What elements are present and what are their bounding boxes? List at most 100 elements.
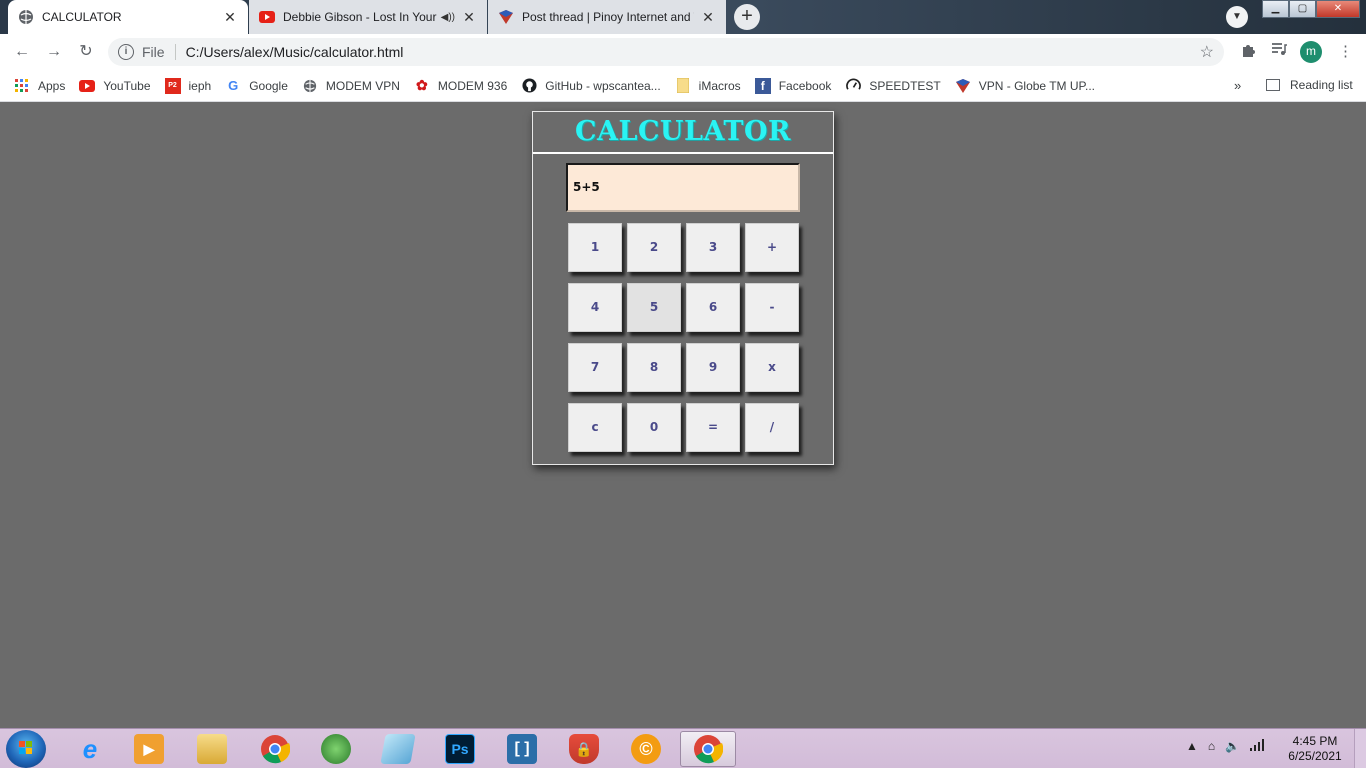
tab-youtube[interactable]: Debbie Gibson - Lost In Your Eyes ◀)) ✕ xyxy=(249,0,487,34)
green-app-icon xyxy=(321,734,351,764)
bookmarks-overflow-button[interactable]: » xyxy=(1234,78,1241,93)
google-icon: G xyxy=(228,78,239,93)
window-controls: ▁ ▢ ✕ xyxy=(1262,0,1360,18)
scheme-label: File xyxy=(142,44,165,60)
c-app-icon: © xyxy=(631,734,661,764)
info-icon[interactable]: i xyxy=(118,44,134,60)
bookmarks-bar: Apps YouTube P2 ieph G Google MODEM VPN … xyxy=(0,70,1366,102)
key-4[interactable]: 4 xyxy=(568,283,622,332)
taskbar-green-app[interactable] xyxy=(308,731,364,767)
media-player-icon: ▶ xyxy=(134,734,164,764)
tab-title: CALCULATOR xyxy=(42,10,122,24)
back-arrow-icon[interactable]: ← xyxy=(10,40,34,64)
key-multiply[interactable]: x xyxy=(745,343,799,392)
bookmark-youtube[interactable]: YouTube xyxy=(79,78,151,94)
close-tab-icon[interactable]: ✕ xyxy=(700,9,716,26)
key-divide[interactable]: / xyxy=(745,403,799,452)
signal-bars-icon[interactable] xyxy=(1250,739,1266,754)
reading-list-label: Reading list xyxy=(1290,78,1353,92)
bookmark-star-icon[interactable]: ☆ xyxy=(1200,42,1214,62)
extensions-puzzle-icon[interactable] xyxy=(1240,42,1256,62)
internet-explorer-icon: e xyxy=(82,733,98,764)
start-button[interactable] xyxy=(6,730,46,768)
bookmark-label: Google xyxy=(249,78,288,93)
bookmark-apps[interactable]: Apps xyxy=(14,78,65,94)
taskbar-file-explorer[interactable] xyxy=(184,731,240,767)
network-plug-icon[interactable]: ⌂ xyxy=(1208,739,1215,754)
tab-calculator[interactable]: CALCULATOR ✕ xyxy=(8,0,248,34)
profile-avatar[interactable]: m xyxy=(1300,41,1322,63)
tray-expand-icon[interactable]: ▲ xyxy=(1186,739,1198,754)
divider xyxy=(174,44,176,60)
close-window-button[interactable]: ✕ xyxy=(1316,0,1360,18)
windows-logo-icon xyxy=(19,741,32,754)
taskbar-notepad-app[interactable] xyxy=(370,731,426,767)
minimize-button[interactable]: ▁ xyxy=(1262,0,1289,18)
bookmark-vpn-globe[interactable]: VPN - Globe TM UP... xyxy=(955,78,1095,94)
bookmark-modem-vpn[interactable]: MODEM VPN xyxy=(302,78,400,94)
key-7[interactable]: 7 xyxy=(568,343,622,392)
bookmark-facebook[interactable]: f Facebook xyxy=(754,77,832,94)
key-0[interactable]: 0 xyxy=(627,403,681,452)
taskbar-chrome-active[interactable] xyxy=(680,731,736,767)
key-8[interactable]: 8 xyxy=(627,343,681,392)
system-tray: ▲ ⌂ 🔈 xyxy=(1186,739,1266,754)
taskbar-security[interactable]: 🔒 xyxy=(556,731,612,767)
pinoy-forum-icon xyxy=(498,9,514,25)
ieph-icon: P2 xyxy=(164,77,181,94)
calculator-display[interactable]: 5+5 xyxy=(566,163,800,212)
huawei-icon: ✿ xyxy=(416,77,428,93)
tab-title: Debbie Gibson - Lost In Your Eyes xyxy=(283,10,437,24)
clock-time: 4:45 PM xyxy=(1292,734,1338,748)
calculator-header: CALCULATOR xyxy=(533,112,833,154)
bookmark-google[interactable]: G Google xyxy=(225,78,288,94)
tab-pinoy-forum[interactable]: Post thread | Pinoy Internet and Technol… xyxy=(488,0,726,34)
show-desktop-button[interactable] xyxy=(1354,729,1366,768)
clock-date: 6/25/2021 xyxy=(1288,749,1342,763)
taskbar-internet-explorer[interactable]: e xyxy=(62,731,118,767)
forward-arrow-icon[interactable]: → xyxy=(42,40,66,64)
bookmark-imacros[interactable]: iMacros xyxy=(675,78,741,94)
bookmark-label: iMacros xyxy=(698,78,741,93)
key-6[interactable]: 6 xyxy=(686,283,740,332)
key-equals[interactable]: = xyxy=(686,403,740,452)
github-icon xyxy=(521,78,537,94)
bookmark-label: Facebook xyxy=(778,78,832,93)
taskbar-chrome[interactable] xyxy=(247,731,303,767)
photoshop-icon: Ps xyxy=(445,734,475,764)
tab-search-icon[interactable]: ▼ xyxy=(1226,6,1248,28)
close-tab-icon[interactable]: ✕ xyxy=(222,9,238,26)
menu-kebab-icon[interactable]: ⋮ xyxy=(1338,42,1353,60)
bookmark-label: GitHub - wpscantea... xyxy=(545,78,661,93)
address-bar[interactable]: i File C:/Users/alex/Music/calculator.ht… xyxy=(108,38,1224,66)
key-3[interactable]: 3 xyxy=(686,223,740,272)
tab-title: Post thread | Pinoy Internet and Technol… xyxy=(522,10,694,24)
key-5[interactable]: 5 xyxy=(627,283,681,332)
bookmark-modem-936[interactable]: ✿ MODEM 936 xyxy=(414,77,507,94)
system-clock[interactable]: 4:45 PM 6/25/2021 xyxy=(1282,734,1348,764)
key-9[interactable]: 9 xyxy=(686,343,740,392)
maximize-button[interactable]: ▢ xyxy=(1289,0,1316,18)
bookmark-speedtest[interactable]: SPEEDTEST xyxy=(845,78,941,94)
taskbar-brackets[interactable]: [ ] xyxy=(494,731,550,767)
bookmark-ieph[interactable]: P2 ieph xyxy=(164,77,212,94)
key-clear[interactable]: c xyxy=(568,403,622,452)
bookmark-label: ieph xyxy=(188,78,212,93)
key-1[interactable]: 1 xyxy=(568,223,622,272)
close-tab-icon[interactable]: ✕ xyxy=(461,9,477,26)
media-queue-icon[interactable] xyxy=(1271,42,1287,60)
reading-list-button[interactable]: Reading list xyxy=(1266,78,1353,92)
windows-taskbar: e ▶ Ps [ ] 🔒 © ▲ ⌂ 🔈 4:45 PM 6/25/2021 xyxy=(0,728,1366,768)
taskbar-c-app[interactable]: © xyxy=(618,731,674,767)
reload-icon[interactable]: ↻ xyxy=(74,40,98,64)
key-plus[interactable]: + xyxy=(745,223,799,272)
taskbar-photoshop[interactable]: Ps xyxy=(432,731,488,767)
new-tab-button[interactable]: + xyxy=(734,4,760,30)
key-minus[interactable]: - xyxy=(745,283,799,332)
folder-icon xyxy=(197,734,227,764)
bookmark-github[interactable]: GitHub - wpscantea... xyxy=(521,78,661,94)
volume-icon[interactable]: 🔈 xyxy=(1225,739,1240,754)
key-2[interactable]: 2 xyxy=(627,223,681,272)
speaker-icon[interactable]: ◀)) xyxy=(441,12,455,23)
taskbar-media-player[interactable]: ▶ xyxy=(121,731,177,767)
